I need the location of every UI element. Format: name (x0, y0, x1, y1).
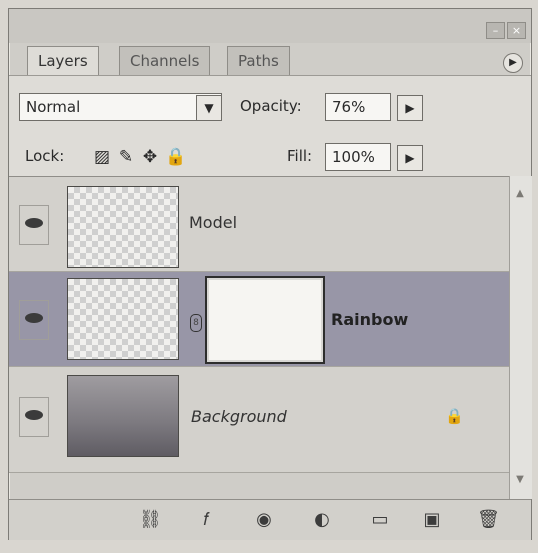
opacity-label: Opacity: (240, 97, 302, 115)
chevron-up-icon[interactable]: ▲ (514, 188, 526, 200)
link-icon[interactable]: ⛓ (139, 509, 162, 531)
layers-panel: – × Layers Channels Paths ▶ Normal ▼ Opa… (8, 8, 532, 540)
fill-field[interactable]: 100% (325, 143, 391, 171)
tab-layers[interactable]: Layers (27, 46, 99, 75)
minimize-icon[interactable]: – (486, 22, 505, 39)
bottom-toolbar: ⛓ 𝑓 ◉ ◐ ▭ ▣ 🗑 (9, 499, 531, 540)
dropdown-icon[interactable]: ▼ (196, 95, 222, 121)
eye-icon[interactable] (19, 397, 49, 437)
move-lock-icon[interactable]: ✥ (141, 148, 159, 166)
layer-name: Rainbow (331, 310, 409, 329)
layers-toolbar: Normal ▼ Opacity: 76% ▶ Lock: ▨ ✎ ✥ 🔒 Fi… (9, 75, 531, 176)
folder-icon[interactable]: ▭ (369, 509, 391, 531)
lock-label: Lock: (25, 147, 65, 165)
fill-label: Fill: (287, 147, 313, 165)
scrollbar[interactable]: ▲ ▼ (509, 176, 532, 499)
panel-menu-icon[interactable]: ▶ (503, 53, 523, 73)
opacity-arrow-icon[interactable]: ▶ (397, 95, 423, 121)
chevron-down-icon[interactable]: ▼ (514, 474, 526, 486)
opacity-field[interactable]: 76% (325, 93, 391, 121)
layer-thumbnail (67, 278, 179, 360)
layer-name: Background (191, 407, 287, 426)
layer-thumbnail (67, 186, 179, 268)
new-layer-icon[interactable]: ▣ (421, 509, 443, 531)
eye-icon[interactable] (19, 205, 49, 245)
blend-mode-select[interactable]: Normal (19, 93, 222, 121)
panel-titlebar: – × (9, 9, 531, 43)
fill-arrow-icon[interactable]: ▶ (397, 145, 423, 171)
eye-icon[interactable] (19, 300, 49, 340)
mask-icon[interactable]: ◉ (253, 509, 275, 531)
close-icon[interactable]: × (507, 22, 526, 39)
layer-row[interactable]: Model (9, 177, 509, 272)
padlock-icon: 🔒 (445, 407, 464, 425)
link-icon[interactable]: 8 (190, 314, 202, 332)
adjustment-icon[interactable]: ◐ (311, 509, 333, 531)
tab-paths[interactable]: Paths (227, 46, 290, 75)
layers-list: Model 8 Rainbow Background 🔒 (9, 176, 509, 473)
brush-lock-icon[interactable]: ✎ (117, 148, 135, 166)
tab-channels[interactable]: Channels (119, 46, 211, 75)
fx-icon[interactable]: 𝑓 (195, 509, 217, 531)
checkerboard-lock-icon[interactable]: ▨ (93, 148, 111, 166)
padlock-icon[interactable]: 🔒 (165, 148, 186, 166)
layer-row[interactable]: Background 🔒 (9, 367, 509, 473)
mask-thumbnail[interactable] (205, 276, 325, 364)
layer-row[interactable]: 8 Rainbow (9, 272, 509, 367)
layer-name: Model (189, 213, 238, 232)
layer-thumbnail (67, 375, 179, 457)
trash-icon[interactable]: 🗑 (477, 509, 500, 531)
